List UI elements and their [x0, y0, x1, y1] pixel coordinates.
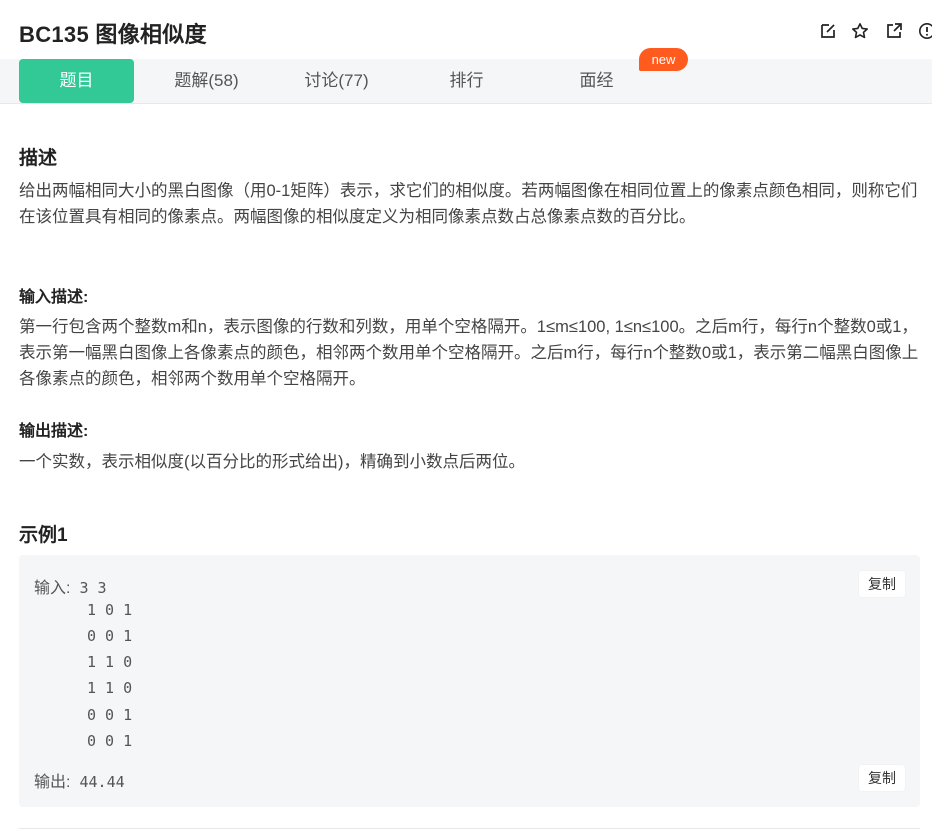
- tab-interview[interactable]: 面经: [539, 59, 654, 103]
- edit-icon[interactable]: [817, 20, 839, 42]
- copy-input-button[interactable]: 复制: [859, 571, 905, 597]
- input-line: 3 3: [79, 579, 107, 597]
- share-icon[interactable]: [883, 20, 905, 42]
- info-icon[interactable]: [916, 20, 932, 42]
- tab-discussion[interactable]: 讨论(77): [279, 59, 394, 103]
- output-row: 输出: 44.44: [34, 768, 125, 792]
- input-desc-heading: 输入描述:: [19, 289, 89, 306]
- description-heading: 描述: [19, 148, 58, 169]
- example-box: 输入: 3 3 1 0 1 0 0 1 1 1 0 1 1 0 0 0 1 0 …: [19, 555, 920, 807]
- example-heading: 示例1: [19, 525, 68, 546]
- input-label: 输入:: [34, 580, 71, 597]
- output-desc-heading: 输出描述:: [19, 423, 89, 440]
- new-badge: new: [639, 48, 688, 71]
- star-icon[interactable]: [849, 20, 871, 42]
- output-value: 44.44: [79, 773, 125, 791]
- divider: [19, 828, 920, 829]
- input-line: 0 0 1: [87, 706, 133, 724]
- tab-bar: 题目 题解(58) 讨论(77) 排行 面经: [0, 59, 932, 104]
- tab-problem[interactable]: 题目: [19, 59, 134, 103]
- copy-output-button[interactable]: 复制: [859, 765, 905, 791]
- input-line: 0 0 1: [87, 627, 133, 645]
- input-line: 1 1 0: [87, 679, 133, 697]
- input-desc-text: 第一行包含两个整数m和n，表示图像的行数和列数，用单个空格隔开。1≤m≤100,…: [19, 318, 919, 388]
- tab-solutions[interactable]: 题解(58): [149, 59, 264, 103]
- description-text: 给出两幅相同大小的黑白图像（用0-1矩阵）表示，求它们的相似度。若两幅图像在相同…: [19, 182, 918, 226]
- output-label: 输出:: [34, 774, 71, 791]
- output-desc-text: 一个实数，表示相似度(以百分比的形式给出)，精确到小数点后两位。: [19, 453, 525, 471]
- input-line: 0 0 1: [87, 732, 133, 750]
- problem-title: BC135 图像相似度: [19, 22, 207, 47]
- tab-ranking[interactable]: 排行: [409, 59, 524, 103]
- input-line-0: 输入: 3 3: [34, 574, 107, 598]
- problem-header: BC135 图像相似度: [0, 0, 932, 60]
- input-line: 1 1 0: [87, 653, 133, 671]
- input-line: 1 0 1: [87, 601, 133, 619]
